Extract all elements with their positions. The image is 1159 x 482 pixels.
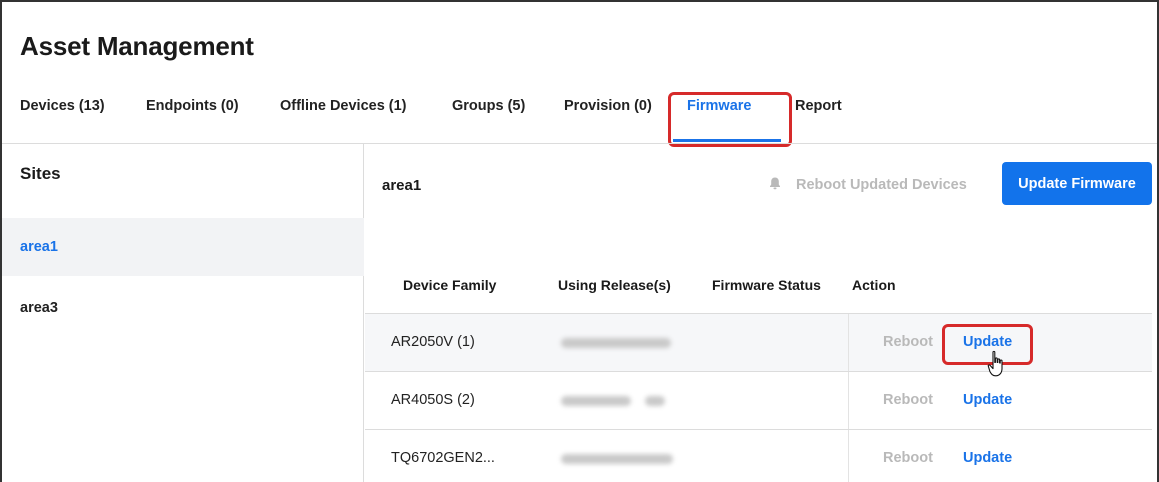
release-cell-redacted — [561, 454, 673, 464]
action-divider — [848, 372, 849, 430]
tab-groups[interactable]: Groups (5) — [452, 98, 525, 114]
site-item-area1[interactable]: area1 — [2, 218, 364, 276]
app-window: Asset Management Devices (13) Endpoints … — [0, 0, 1159, 482]
device-family-cell: TQ6702GEN2... — [391, 450, 495, 466]
column-header-firmware-status: Firmware Status — [712, 277, 821, 293]
action-divider — [848, 430, 849, 482]
hand-pointer-icon — [987, 350, 1003, 377]
release-cell-redacted — [645, 396, 665, 406]
tab-devices[interactable]: Devices (13) — [20, 98, 105, 114]
sidebar-title: Sites — [20, 164, 61, 183]
bell-icon — [770, 177, 780, 190]
site-item-label: area3 — [20, 300, 58, 316]
action-divider — [848, 314, 849, 372]
table-row: TQ6702GEN2... Reboot Update — [365, 429, 1152, 482]
device-family-cell: AR2050V (1) — [391, 334, 475, 350]
firmware-tab-highlight — [668, 92, 792, 147]
update-button[interactable]: Update — [963, 450, 1012, 466]
column-header-using-releases: Using Release(s) — [558, 277, 671, 293]
device-family-cell: AR4050S (2) — [391, 392, 475, 408]
reboot-updated-devices-button[interactable]: Reboot Updated Devices — [768, 176, 967, 193]
update-firmware-button[interactable]: Update Firmware — [1002, 162, 1152, 205]
release-cell-redacted — [561, 338, 671, 348]
firmware-panel: area1 Reboot Updated Devices Update Firm… — [365, 144, 1157, 482]
page-title: Asset Management — [20, 31, 254, 61]
sites-sidebar: Sites area1 area3 — [2, 144, 364, 482]
site-item-area3[interactable]: area3 — [2, 276, 364, 334]
reboot-updated-devices-label: Reboot Updated Devices — [796, 177, 967, 193]
reboot-button[interactable]: Reboot — [883, 450, 933, 466]
column-header-device-family: Device Family — [403, 277, 497, 293]
tab-provision[interactable]: Provision (0) — [564, 98, 652, 114]
site-item-label: area1 — [20, 239, 58, 255]
tab-report[interactable]: Report — [795, 98, 842, 114]
update-button[interactable]: Update — [963, 392, 1012, 408]
tab-offline-devices[interactable]: Offline Devices (1) — [280, 98, 407, 114]
table-row: AR2050V (1) Reboot Update — [365, 313, 1152, 372]
tab-endpoints[interactable]: Endpoints (0) — [146, 98, 239, 114]
table-row: AR4050S (2) Reboot Update — [365, 371, 1152, 430]
reboot-button[interactable]: Reboot — [883, 392, 933, 408]
column-header-action: Action — [852, 277, 896, 293]
reboot-button[interactable]: Reboot — [883, 334, 933, 350]
area-title: area1 — [382, 177, 422, 194]
release-cell-redacted — [561, 396, 631, 406]
